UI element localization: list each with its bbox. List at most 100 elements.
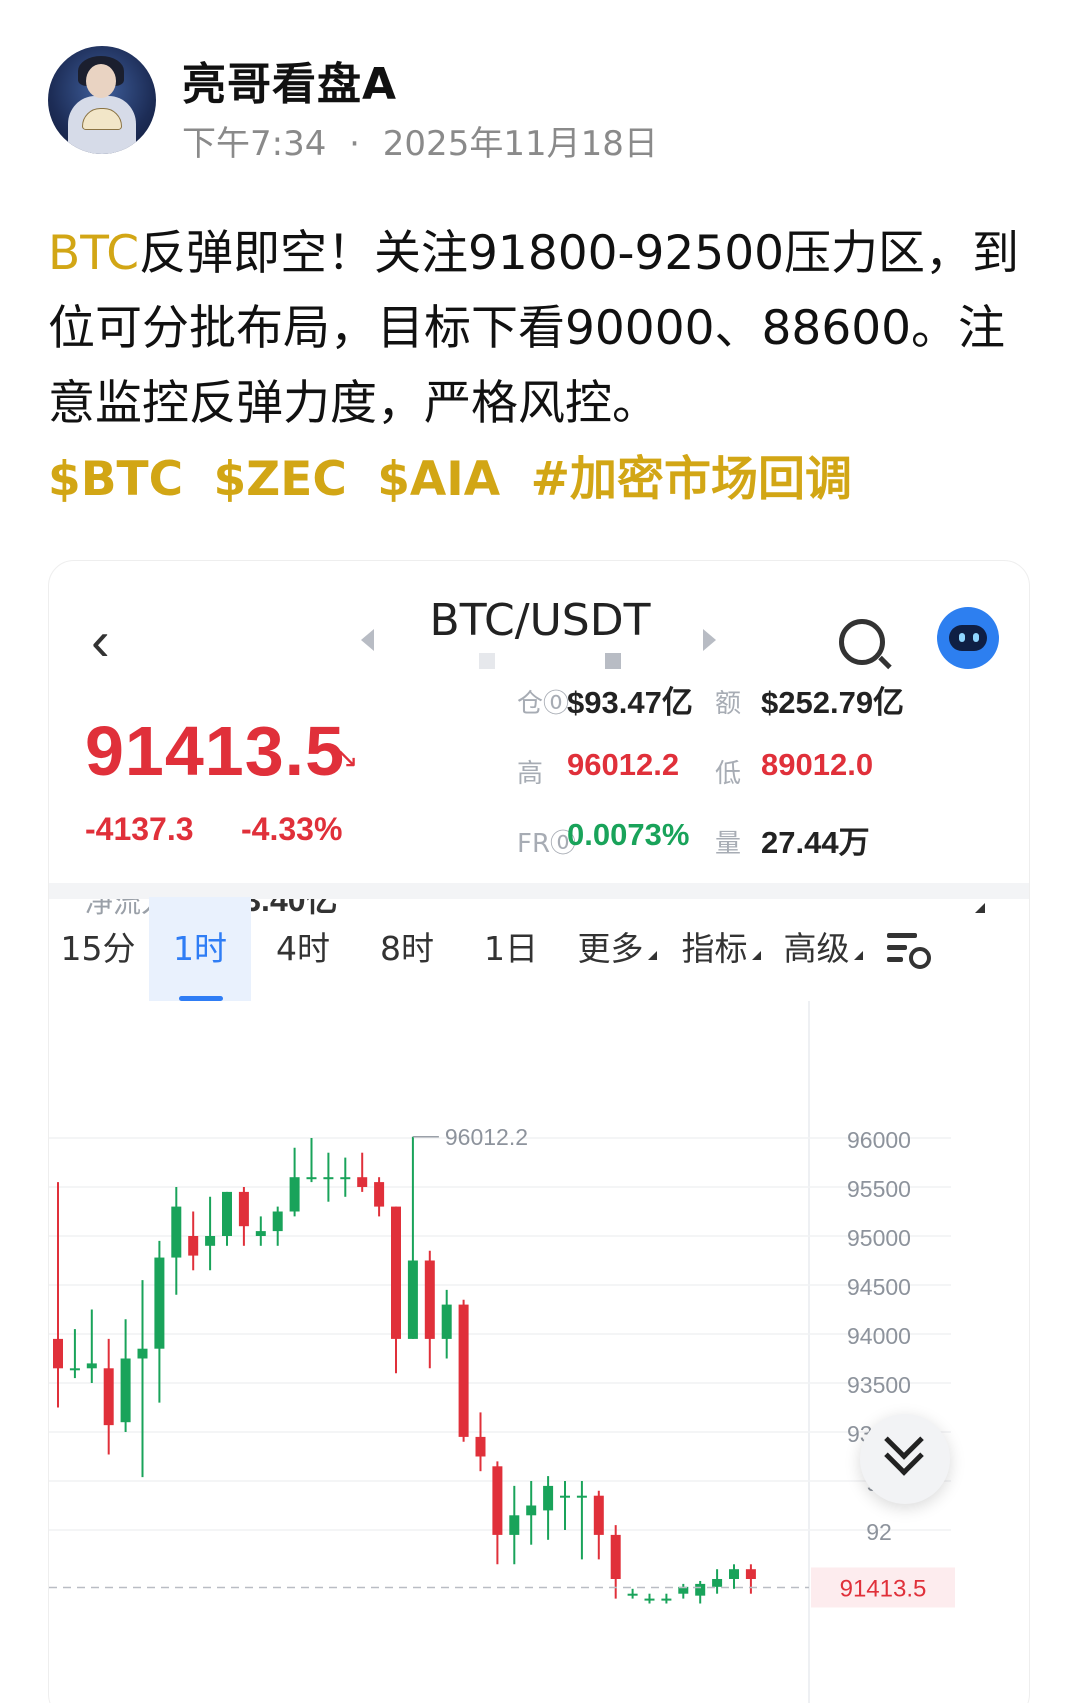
tab-more[interactable]: 更多 <box>567 897 667 1001</box>
candle-body <box>543 1485 554 1511</box>
tab-indicators-label: 指标 <box>681 929 748 968</box>
candle-body <box>238 1191 249 1227</box>
tag-zec[interactable]: $ZEC <box>213 452 346 507</box>
candle-body <box>289 1177 300 1212</box>
candle-body <box>610 1534 621 1579</box>
search-icon[interactable] <box>839 619 885 665</box>
author-name[interactable]: 亮哥看盘A <box>182 48 397 112</box>
price-tick-label: 94500 <box>847 1274 911 1300</box>
candle-body <box>306 1177 317 1180</box>
volume-value: 27.44万 <box>761 825 870 860</box>
candle-body <box>576 1495 587 1498</box>
turnover-value: $252.79亿 <box>761 685 905 720</box>
candle-body <box>407 1260 418 1339</box>
tab-4h[interactable]: 4时 <box>251 897 355 1001</box>
turnover-label: 额 <box>715 689 742 719</box>
trading-screenshot-card[interactable]: ‹ BTC/USDT 91413.5 ↘ -4137.3 -4.33% 净流入 … <box>48 560 1030 1703</box>
candle-body <box>255 1231 266 1236</box>
candle-body <box>424 1260 435 1339</box>
price-tick-label: 94000 <box>847 1323 911 1349</box>
candle-body <box>560 1495 570 1498</box>
tab-advanced-label: 高级 <box>783 929 850 968</box>
post-body-text: 反弹即空！关注91800-92500压力区，到位可分批布局，目标下看90000、… <box>48 226 1020 431</box>
candle-body <box>272 1211 283 1232</box>
candle-body <box>357 1177 368 1187</box>
avatar-figure-face <box>86 64 116 98</box>
candle-body <box>644 1598 655 1601</box>
tab-more-label: 更多 <box>577 929 644 968</box>
scroll-down-button[interactable] <box>860 1414 950 1504</box>
candle-body <box>661 1598 672 1601</box>
candle-body <box>492 1466 503 1535</box>
meta-separator: · <box>349 124 360 164</box>
tag-aia[interactable]: $AIA <box>377 452 500 507</box>
candle-body <box>171 1206 182 1258</box>
tag-market-pullback[interactable]: #加密市场回调 <box>531 452 852 507</box>
candle-body <box>441 1304 452 1339</box>
post-tags: $BTC $ZEC $AIA #加密市场回调 <box>48 440 866 509</box>
price-tick-label: 95000 <box>847 1225 911 1251</box>
funding-rate-value: 0.0073% <box>567 817 690 852</box>
candle-body <box>103 1368 114 1426</box>
tab-15m[interactable]: 15分 <box>49 897 147 1001</box>
tag-btc[interactable]: $BTC <box>48 452 183 507</box>
tab-advanced[interactable]: 高级 <box>773 897 873 1001</box>
post-date: 2025年11月18日 <box>382 124 658 164</box>
caret-icon <box>751 951 761 960</box>
high-label: 高 <box>517 759 544 789</box>
candle-body <box>53 1338 63 1369</box>
change-absolute: -4137.3 <box>85 811 194 847</box>
last-price: 91413.5 <box>85 712 346 790</box>
post-symbol-link[interactable]: BTC <box>48 226 139 281</box>
candle-body <box>340 1177 351 1180</box>
candle-body <box>509 1515 520 1535</box>
candle-body <box>205 1236 216 1246</box>
low-label: 低 <box>715 759 742 789</box>
chart-svg[interactable]: 9600095500950009450094000935009300092929… <box>49 1001 1030 1703</box>
high-value: 96012.2 <box>567 747 680 782</box>
candle-body <box>374 1182 385 1207</box>
candle-body <box>729 1569 739 1579</box>
candle-body <box>391 1206 401 1339</box>
page-dot <box>479 653 495 669</box>
candle-body <box>526 1505 537 1516</box>
high-marker-label: 96012.2 <box>445 1124 528 1150</box>
post-body: BTC反弹即空！关注91800-92500压力区，到位可分批布局，目标下看900… <box>48 216 1038 441</box>
price-tick-label: 96000 <box>847 1127 911 1153</box>
change-percent: -4.33% <box>241 811 343 847</box>
candle-body <box>593 1495 604 1535</box>
candle-body <box>86 1363 97 1369</box>
candle-body <box>695 1583 706 1596</box>
price-tick-label: 92 <box>866 1519 892 1545</box>
tab-1h[interactable]: 1时 <box>149 897 251 1001</box>
candle-body <box>154 1257 165 1349</box>
candle-body <box>188 1236 199 1256</box>
tab-8h[interactable]: 8时 <box>355 897 459 1001</box>
candle-body <box>458 1304 469 1437</box>
candlestick-chart[interactable]: 9600095500950009450094000935009300092929… <box>49 1001 1030 1703</box>
caret-icon <box>853 951 863 960</box>
tab-1d[interactable]: 1日 <box>459 897 563 1001</box>
price-tick-label: 95500 <box>847 1176 911 1202</box>
price-down-arrow-icon: ↘ <box>335 742 359 773</box>
candle-body <box>627 1593 638 1596</box>
open-interest-label: 仓⓪ <box>517 689 570 719</box>
author-avatar[interactable] <box>48 46 156 154</box>
assistant-bot-icon[interactable] <box>937 607 999 669</box>
post-meta: 下午7:34 · 2025年11月18日 <box>182 116 670 165</box>
chart-settings-icon[interactable] <box>887 933 931 969</box>
open-interest-value: $93.47亿 <box>567 685 693 720</box>
last-price-tag-label: 91413.5 <box>840 1575 927 1602</box>
volume-label: 量 <box>715 829 742 859</box>
price-tick-label: 93500 <box>847 1372 911 1398</box>
candle-body <box>222 1191 232 1236</box>
candle-body <box>745 1569 756 1579</box>
tab-indicators[interactable]: 指标 <box>671 897 771 1001</box>
next-pair-icon[interactable] <box>703 629 716 651</box>
post-time: 下午7:34 <box>182 124 327 164</box>
candle-body <box>712 1579 723 1587</box>
page-dot <box>605 653 621 669</box>
candle-body <box>323 1177 334 1180</box>
interval-tabs: 15分 1时 4时 8时 1日 更多 指标 高级 <box>49 897 1029 1001</box>
candle-body <box>69 1368 80 1371</box>
